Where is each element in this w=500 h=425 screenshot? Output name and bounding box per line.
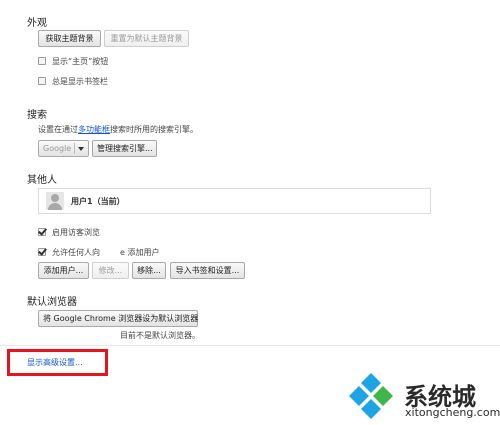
xitongcheng-logo-icon: [349, 373, 393, 419]
search-engine-select[interactable]: Google: [38, 140, 89, 157]
appearance-section-title: 外观: [27, 18, 47, 29]
user-list[interactable]: 用户1（当前）: [38, 188, 431, 214]
allow-add-user-label-a: 允许任何人向: [52, 248, 100, 257]
manage-search-engines-button[interactable]: 管理搜索引擎...: [92, 140, 157, 157]
search-section-title: 搜索: [27, 110, 47, 121]
watermark-url: xitongcheng.com: [405, 406, 500, 419]
edit-user-button[interactable]: 修改...: [92, 262, 129, 279]
settings-page: 外观 获取主题背景 重置为默认主题背景 显示“主页”按钮 总是显示书签栏 搜索 …: [0, 0, 500, 425]
search-description: 设置在通过多功能框搜索时所用的搜索引擎。: [38, 124, 198, 135]
set-default-browser-button[interactable]: 将 Google Chrome 浏览器设为默认浏览器: [38, 310, 198, 327]
get-theme-button[interactable]: 获取主题背景: [38, 30, 101, 47]
user-name: 用户1（当前）: [71, 197, 125, 206]
guest-browsing-checkbox[interactable]: [38, 228, 46, 236]
avatar-body-icon: [48, 203, 62, 210]
add-user-button[interactable]: 添加用户...: [38, 262, 89, 279]
show-bookmarks-label: 总是显示书签栏: [52, 77, 108, 86]
highlight-annotation-box: [7, 349, 108, 376]
search-description-prefix: 设置在通过: [38, 125, 78, 134]
default-browser-status: 目前不是默认浏览器。: [120, 331, 200, 340]
reset-theme-button[interactable]: 重置为默认主题背景: [104, 30, 189, 47]
import-bookmarks-button[interactable]: 导入书签和设置...: [170, 262, 245, 279]
select-separator: [74, 143, 75, 154]
avatar-head-icon: [51, 194, 59, 202]
chevron-down-icon: [78, 147, 84, 151]
allow-add-user-checkbox[interactable]: [38, 248, 46, 256]
show-home-label: 显示“主页”按钮: [52, 57, 109, 66]
omnibox-link[interactable]: 多功能框: [78, 125, 110, 134]
show-bookmarks-checkbox[interactable]: [38, 77, 46, 85]
people-section-title: 其他人: [27, 175, 57, 186]
guest-browsing-label: 启用访客浏览: [52, 228, 100, 237]
allow-add-user-label-b: e 添加用户: [120, 248, 160, 257]
default-browser-section-title: 默认浏览器: [27, 297, 77, 308]
avatar: [46, 192, 64, 210]
search-engine-value: Google: [43, 144, 72, 153]
show-home-checkbox[interactable]: [38, 57, 46, 65]
divider: [0, 345, 500, 346]
search-description-suffix: 搜索时所用的搜索引擎。: [110, 125, 198, 134]
remove-user-button[interactable]: 移除...: [132, 262, 166, 279]
